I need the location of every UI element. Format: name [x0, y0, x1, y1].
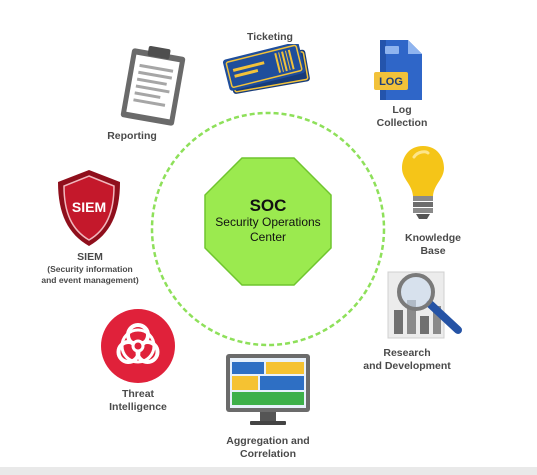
- ticket-icon: [222, 44, 310, 94]
- knowledge-base-label-line-1: Knowledge: [404, 232, 461, 244]
- log-badge-text: LOG: [379, 76, 403, 88]
- aggregation-label-line-2: Correlation: [239, 448, 296, 460]
- siem-label: SIEM (Security information and event man…: [20, 251, 160, 286]
- siem-shield-icon: SIEM: [58, 170, 120, 246]
- siem-label-line-1: SIEM: [77, 251, 103, 263]
- threat-intel-label: Threat Intelligence: [94, 388, 182, 414]
- log-collection-label: Log Collection: [360, 104, 444, 130]
- clipboard-icon: [120, 46, 186, 126]
- siem-label-line-2: (Security information: [47, 264, 133, 274]
- aggregation-label-line-1: Aggregation and: [226, 435, 310, 447]
- ticketing-label: Ticketing: [247, 31, 293, 43]
- soc-subtitle-line-2: Center: [249, 230, 287, 244]
- siem-label-line-3: and event management): [41, 275, 139, 285]
- soc-title: SOC: [249, 196, 287, 215]
- soc-subtitle-line-1: Security Operations: [215, 215, 321, 229]
- magnifier-chart-icon: [387, 271, 462, 339]
- log-file-icon: LOG: [374, 40, 422, 100]
- lightbulb-icon: [402, 146, 444, 219]
- threat-intel-label-line-1: Threat: [121, 388, 155, 400]
- log-collection-label-line-2: Collection: [376, 117, 428, 129]
- research-label-line-2: and Development: [363, 360, 451, 372]
- knowledge-base-label: Knowledge Base: [392, 232, 474, 258]
- log-collection-label-line-1: Log: [392, 104, 412, 116]
- aggregation-label: Aggregation and Correlation: [210, 435, 326, 461]
- research-label-line-1: Research: [383, 347, 431, 359]
- research-label: Research and Development: [352, 347, 462, 373]
- siem-badge-text: SIEM: [72, 199, 106, 215]
- floor-strip: [0, 467, 537, 475]
- biohazard-icon: [101, 309, 175, 383]
- soc-center-label: SOC Security Operations Center: [200, 196, 336, 245]
- soc-diagram: SOC Security Operations Center Ticketing: [0, 0, 537, 475]
- threat-intel-label-line-2: Intelligence: [109, 401, 167, 413]
- knowledge-base-label-line-2: Base: [420, 245, 446, 257]
- reporting-label: Reporting: [107, 130, 157, 142]
- monitor-icon: [226, 354, 310, 425]
